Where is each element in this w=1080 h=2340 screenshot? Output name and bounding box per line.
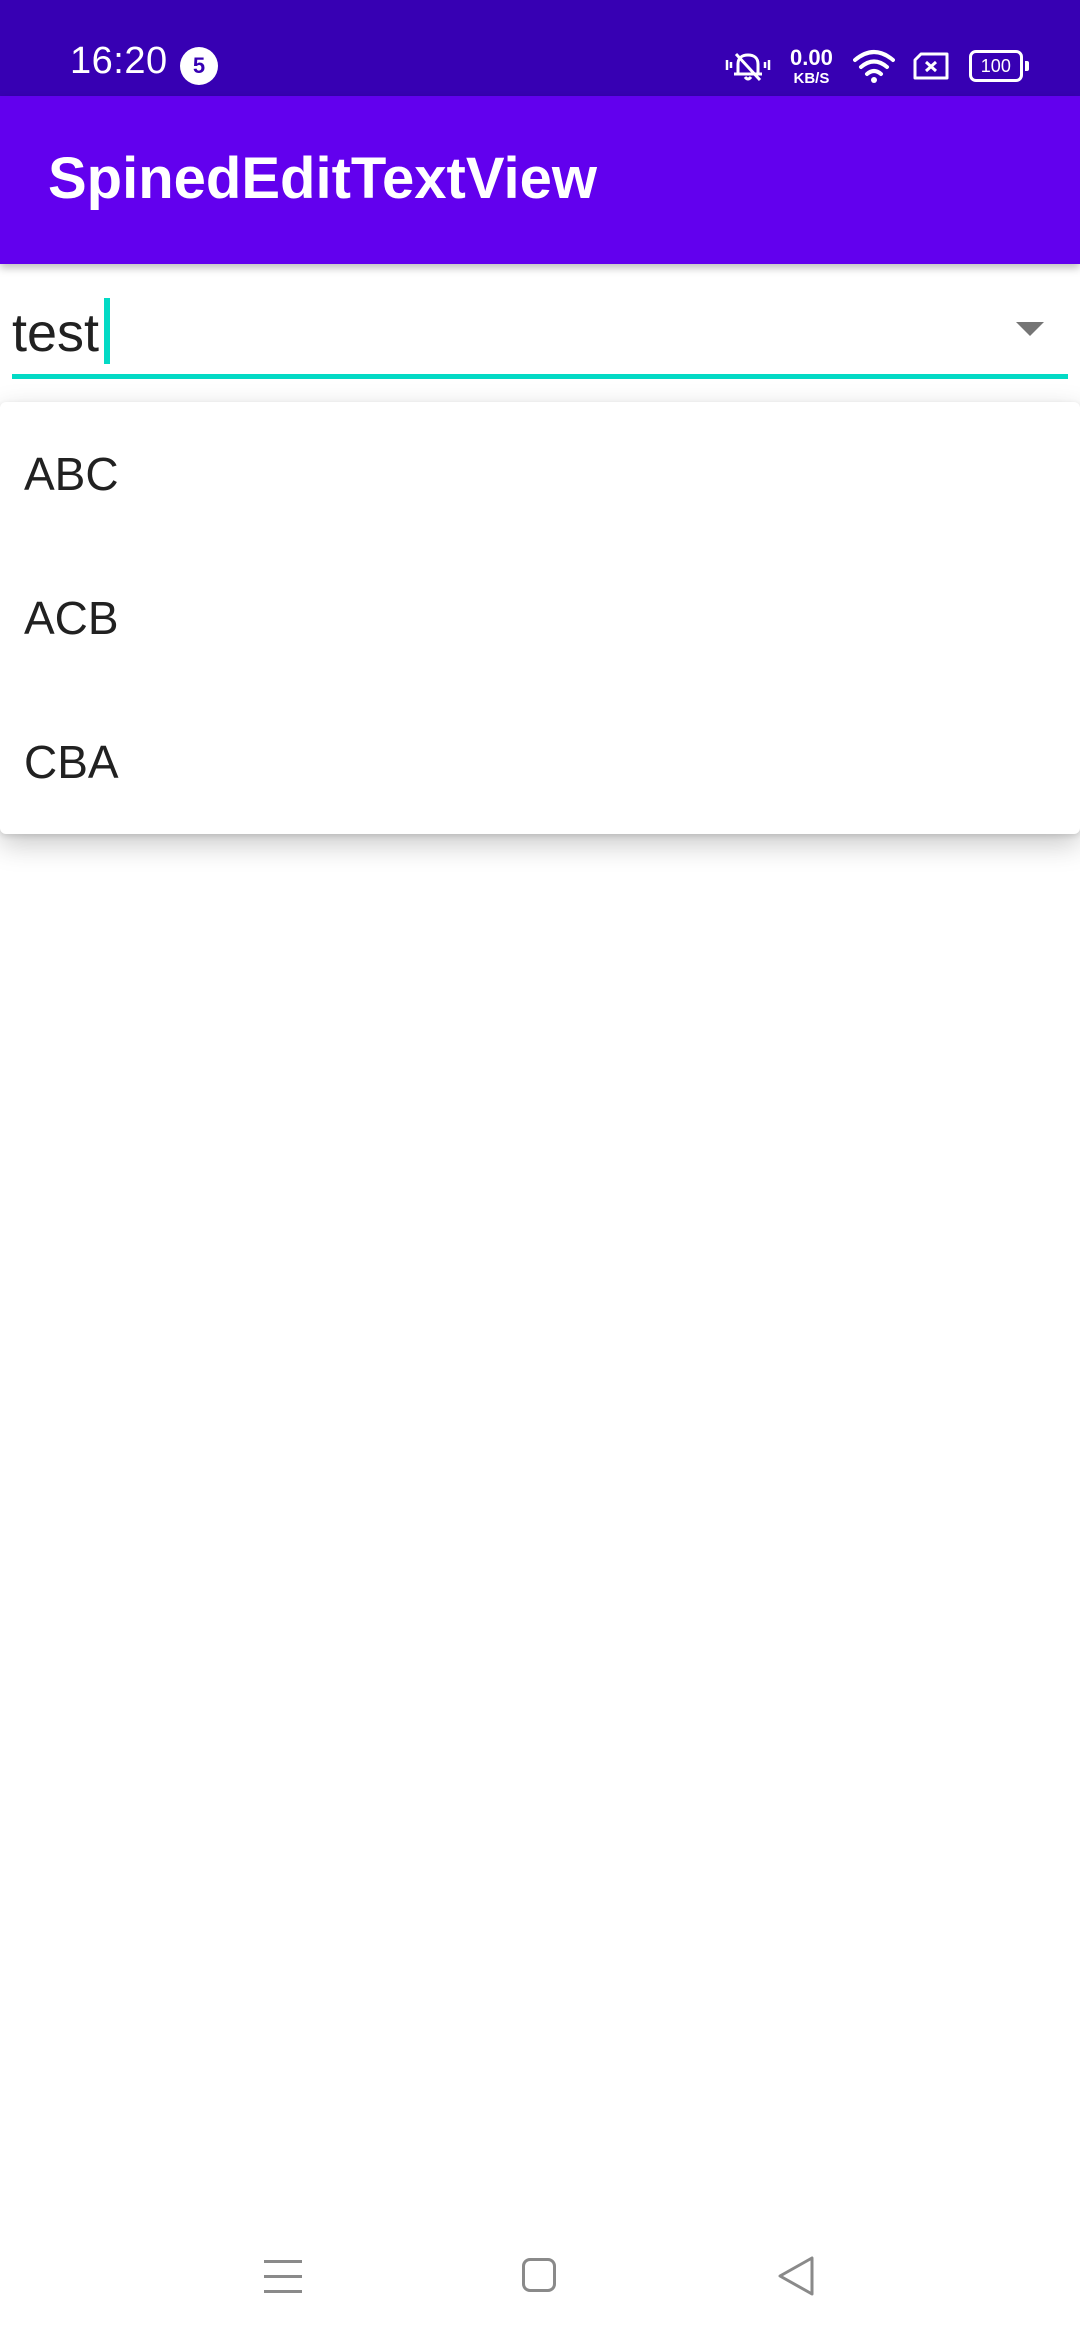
mute-icon	[725, 52, 771, 82]
spinner-edit-text[interactable]: test	[12, 288, 1068, 384]
text-cursor	[104, 298, 110, 364]
net-speed-value: 0.00	[790, 44, 833, 70]
app-bar: SpinedEditTextView	[0, 96, 1080, 264]
back-icon[interactable]	[776, 2254, 816, 2298]
menu-icon[interactable]	[264, 2260, 302, 2294]
input-underline	[12, 374, 1068, 379]
wifi-icon	[852, 50, 895, 83]
status-bar: 16:20 5 0.00 KB/S 100	[0, 0, 1080, 96]
dropdown-option[interactable]: CBA	[0, 690, 1080, 834]
notification-badge: 5	[180, 47, 218, 85]
screen: 16:20 5 0.00 KB/S 100 SpinedEditTextView…	[0, 0, 1080, 2340]
sim-icon	[913, 52, 949, 80]
dropdown-arrow-icon[interactable]	[1016, 322, 1044, 336]
status-icons: 0.00 KB/S 100	[724, 44, 1029, 88]
net-speed-unit: KB/S	[793, 69, 830, 87]
app-title: SpinedEditTextView	[48, 146, 597, 211]
status-time: 16:20	[70, 40, 168, 82]
spinner-input-value[interactable]: test	[12, 306, 99, 360]
battery-icon: 100	[968, 50, 1029, 82]
net-speed: 0.00 KB/S	[790, 44, 833, 87]
home-icon[interactable]	[522, 2258, 556, 2292]
dropdown-option[interactable]: ACB	[0, 546, 1080, 690]
dropdown-option[interactable]: ABC	[0, 402, 1080, 546]
navigation-bar	[0, 2220, 1080, 2340]
dropdown-popup: ABC ACB CBA	[0, 402, 1080, 834]
